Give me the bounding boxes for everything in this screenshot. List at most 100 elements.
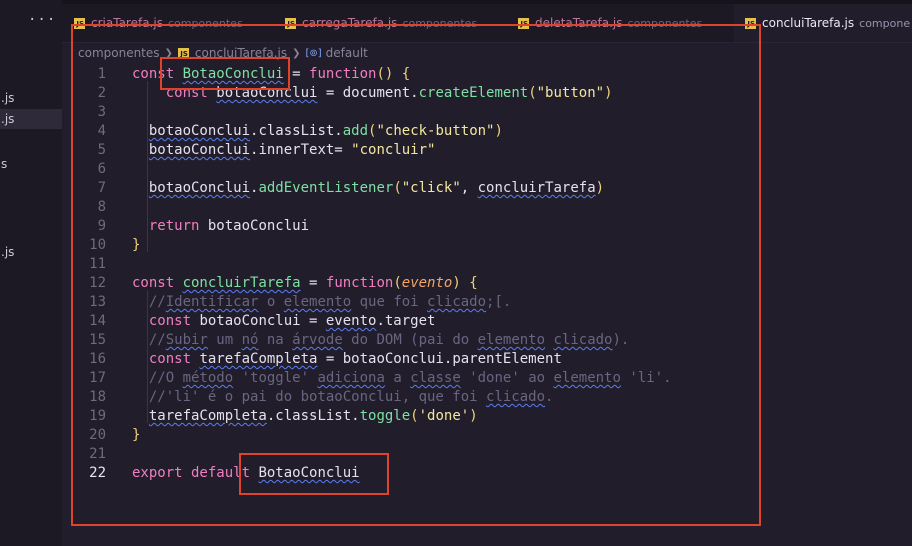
code-token: BotaoConclui xyxy=(182,66,284,82)
code-token: "concluir" xyxy=(351,142,436,158)
tab-file-dir: componentes xyxy=(167,16,243,30)
explorer-file-item[interactable]: s xyxy=(0,154,62,174)
code-line[interactable]: 19 tarefaCompleta.classList.toggle('done… xyxy=(62,407,912,426)
code-line[interactable]: 17 //O método 'toggle' adiciona a classe… xyxy=(62,369,912,388)
code-token: ). xyxy=(612,332,630,348)
code-token: function xyxy=(325,275,394,291)
code-line[interactable]: 5 botaoConclui.innerText= "concluir" xyxy=(62,141,912,160)
code-token: evento xyxy=(325,313,377,329)
code-line[interactable]: 13 //Identificar o elemento que foi clic… xyxy=(62,293,912,312)
line-number: 9 xyxy=(97,218,106,234)
more-actions-icon[interactable]: ··· xyxy=(28,12,56,28)
code-text: return botaoConclui xyxy=(132,217,309,236)
tab-deletaTarefa[interactable]: JS deletaTarefa.js componentes xyxy=(518,4,702,42)
code-line[interactable]: 21 xyxy=(62,445,912,464)
breadcrumb-folder[interactable]: componentes xyxy=(78,46,160,60)
code-line[interactable]: 9 return botaoConclui xyxy=(62,217,912,236)
code-token: = xyxy=(283,66,310,82)
code-token: botaoConclui xyxy=(216,85,318,101)
breadcrumb-file[interactable]: concluiTarefa.js xyxy=(195,46,287,60)
code-line[interactable]: 12 const concluirTarefa = function(evento… xyxy=(62,274,912,293)
code-token: elemento xyxy=(553,370,621,386)
code-text: //Subir um nó na árvode do DOM (pai do e… xyxy=(132,331,630,350)
code-token: que foi xyxy=(351,294,428,310)
code-line[interactable]: 6 xyxy=(62,160,912,179)
code-token: function xyxy=(309,66,377,82)
code-token: elemento xyxy=(283,294,352,310)
code-token: 'done' xyxy=(418,408,470,424)
code-token: concluirTarefa xyxy=(182,275,301,291)
code-token: ) xyxy=(469,408,478,424)
code-token: 'toggle' xyxy=(233,370,318,386)
code-token: ;[. xyxy=(486,294,512,310)
code-token: export default xyxy=(132,465,259,481)
javascript-file-icon: JS xyxy=(177,47,189,59)
line-number: 16 xyxy=(89,351,106,367)
code-token: // xyxy=(148,332,166,348)
breadcrumb-symbol[interactable]: default xyxy=(326,46,368,60)
code-token: "check-button" xyxy=(376,123,495,139)
code-line[interactable]: 14 const botaoConclui = evento.target xyxy=(62,312,912,331)
code-token: clicado xyxy=(553,332,613,348)
code-token: classList. xyxy=(258,123,343,139)
code-token: adiciona xyxy=(317,370,385,386)
line-number: 6 xyxy=(97,161,106,177)
explorer-file-item[interactable]: .js xyxy=(0,242,62,262)
code-token: = xyxy=(317,85,343,101)
code-line[interactable]: 16 const tarefaCompleta = botaoConclui.p… xyxy=(62,350,912,369)
code-token: classe xyxy=(410,370,461,386)
code-token: document. xyxy=(342,85,419,101)
code-token: add xyxy=(342,123,369,139)
code-line[interactable]: 11 xyxy=(62,255,912,274)
code-token: ) xyxy=(494,123,503,139)
code-line[interactable]: 18 //'li' é o pai do botaoConclui, que f… xyxy=(62,388,912,407)
explorer-file-item-selected[interactable]: .js xyxy=(0,109,62,129)
code-token: const xyxy=(148,313,200,329)
code-line[interactable]: 3 xyxy=(62,103,912,122)
line-number: 11 xyxy=(89,256,106,272)
line-number: 22 xyxy=(89,465,106,481)
code-token: () { xyxy=(376,66,411,82)
code-token: Identificar xyxy=(165,294,259,310)
code-text: botaoConclui.innerText= "concluir" xyxy=(132,141,436,160)
code-token: "button" xyxy=(536,85,605,101)
code-text: //O método 'toggle' adiciona a classe 'd… xyxy=(132,369,672,388)
code-line[interactable]: 1 const BotaoConclui = function() { xyxy=(62,65,912,84)
code-line[interactable]: 7 botaoConclui.addEventListener("click",… xyxy=(62,179,912,198)
tab-criaTarefa[interactable]: JS criaTarefa.js componentes xyxy=(74,4,243,42)
code-token: ) xyxy=(595,180,605,196)
code-text: const botaoConclui = document.createElem… xyxy=(132,84,613,103)
code-line[interactable]: 2 const botaoConclui = document.createEl… xyxy=(62,84,912,103)
code-token: addEventListener xyxy=(258,180,394,196)
line-number: 7 xyxy=(97,180,106,196)
line-number: 19 xyxy=(89,408,106,424)
code-line[interactable]: 4 botaoConclui.classList.add("check-butt… xyxy=(62,122,912,141)
code-token: ( xyxy=(393,180,402,196)
code-line[interactable]: 15 //Subir um nó na árvode do DOM (pai d… xyxy=(62,331,912,350)
code-token: createElement xyxy=(418,85,529,101)
explorer-sidebar: ··· .js .js s .js xyxy=(0,0,62,546)
code-token: evento xyxy=(401,275,453,291)
explorer-file-item[interactable]: .js xyxy=(0,88,62,108)
chevron-right-icon: ❯ xyxy=(164,47,173,59)
javascript-file-icon: JS xyxy=(74,17,85,29)
code-editor[interactable]: 1 const BotaoConclui = function() {2 cons… xyxy=(62,62,912,546)
code-token: const xyxy=(132,66,183,82)
code-line[interactable]: 20} xyxy=(62,426,912,445)
line-number: 3 xyxy=(97,104,106,120)
code-token: ) xyxy=(604,85,613,101)
code-token: concluirTarefa xyxy=(477,180,596,196)
code-token: o xyxy=(258,294,284,310)
tab-concluiTarefa[interactable]: JS concluiTarefa.js compone xyxy=(734,4,912,42)
code-token: . xyxy=(545,389,554,405)
code-line[interactable]: 10} xyxy=(62,236,912,255)
code-token: ( xyxy=(410,408,419,424)
tab-carregaTarefa[interactable]: JS carregaTarefa.js componentes xyxy=(285,4,477,42)
code-line[interactable]: 8 xyxy=(62,198,912,217)
code-token: //O xyxy=(148,370,183,386)
code-line[interactable]: 22 export default BotaoConclui xyxy=(62,464,912,483)
